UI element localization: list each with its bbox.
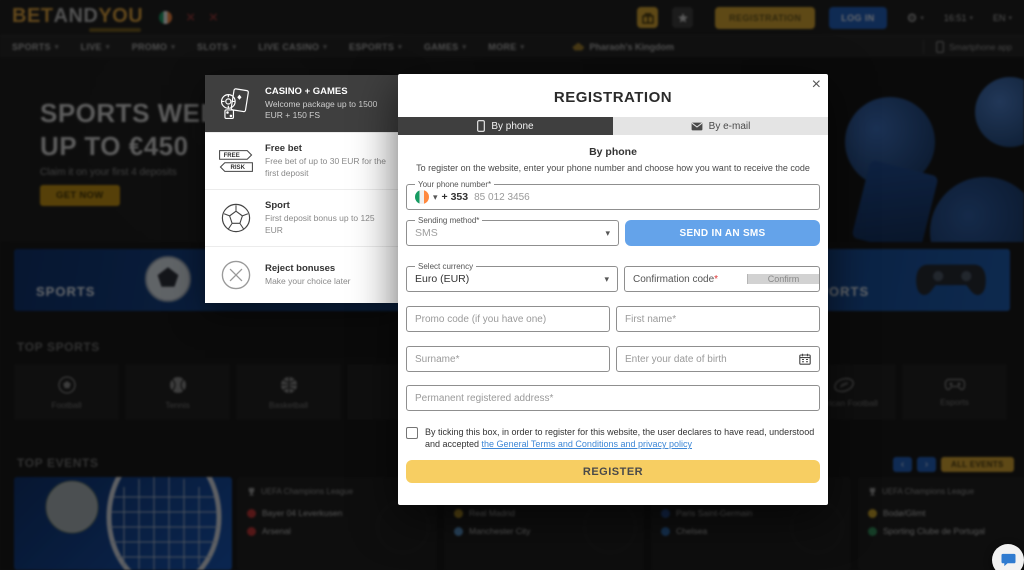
promo-code-input[interactable] [415,313,601,325]
casino-chip-cards-icon [217,87,255,121]
live-chat-button[interactable] [992,544,1024,570]
svg-text:RISK: RISK [231,165,246,171]
currency-select[interactable]: Select currency Euro (EUR) ▾ [406,262,618,292]
registration-modal: × REGISTRATION By phone By e-mail By pho… [398,74,828,505]
address-input[interactable] [415,392,811,404]
address-field[interactable] [406,385,820,411]
screen: BET AND YOU × × REGISTRATION LOG IN ⚙ ▾ 16:… [0,0,1024,570]
date-of-birth-field[interactable] [616,346,820,372]
free-risk-tickets-icon: FREE RISK [217,147,255,175]
section-description: To register on the website, enter your p… [416,163,810,173]
tab-by-email[interactable]: By e-mail [613,117,828,135]
confirm-button[interactable]: Confirm [747,274,819,284]
ireland-flag-icon[interactable] [415,190,429,204]
terms-row: By ticking this box, in order to registe… [406,426,820,450]
terms-link[interactable]: the General Terms and Conditions and pri… [482,439,692,449]
date-of-birth-input[interactable] [625,353,793,365]
section-heading: By phone [589,146,637,158]
send-sms-button[interactable]: SEND IN AN SMS [625,220,820,246]
chevron-down-icon: ▾ [604,273,609,284]
reject-x-circle-icon [217,258,255,292]
register-button[interactable]: REGISTER [406,460,820,483]
confirmation-code-field[interactable]: Confirmation code * Confirm [624,266,820,292]
surname-field[interactable] [406,346,610,372]
soccer-ball-icon [217,201,255,235]
bonus-option-casino-games[interactable]: CASINO + GAMES Welcome package up to 150… [205,75,398,132]
phone-icon [477,120,486,132]
chevron-down-icon: ▾ [605,227,610,238]
phone-number-field[interactable]: Your phone number* ▾ + 353 [406,180,820,210]
bonus-option-sport[interactable]: Sport First deposit bonus up to 125 EUR [205,189,398,246]
surname-input[interactable] [415,353,601,365]
country-code: + 353 [441,191,469,203]
phone-number-input[interactable] [474,191,811,203]
svg-text:FREE: FREE [224,153,240,159]
chat-bubble-icon [1001,553,1015,567]
terms-text: By ticking this box, in order to registe… [425,427,815,450]
registration-tabs: By phone By e-mail [398,117,828,135]
bonus-option-free-bet[interactable]: FREE RISK Free bet Free bet of up to 30 … [205,132,398,189]
email-icon [691,122,703,130]
bonus-choice-panel: CASINO + GAMES Welcome package up to 150… [205,75,398,303]
close-icon[interactable]: × [812,77,821,93]
bonus-option-reject[interactable]: Reject bonuses Make your choice later [205,246,398,303]
first-name-field[interactable] [616,306,820,332]
chevron-down-icon[interactable]: ▾ [433,192,438,203]
tab-by-phone[interactable]: By phone [398,117,613,135]
modal-title: REGISTRATION [553,89,673,106]
sending-method-select[interactable]: Sending method* SMS ▾ [406,216,619,246]
calendar-icon[interactable] [799,353,811,365]
first-name-input[interactable] [625,313,811,325]
required-asterisk: * [714,273,719,285]
promo-code-field[interactable] [406,306,610,332]
terms-checkbox[interactable] [406,427,418,439]
